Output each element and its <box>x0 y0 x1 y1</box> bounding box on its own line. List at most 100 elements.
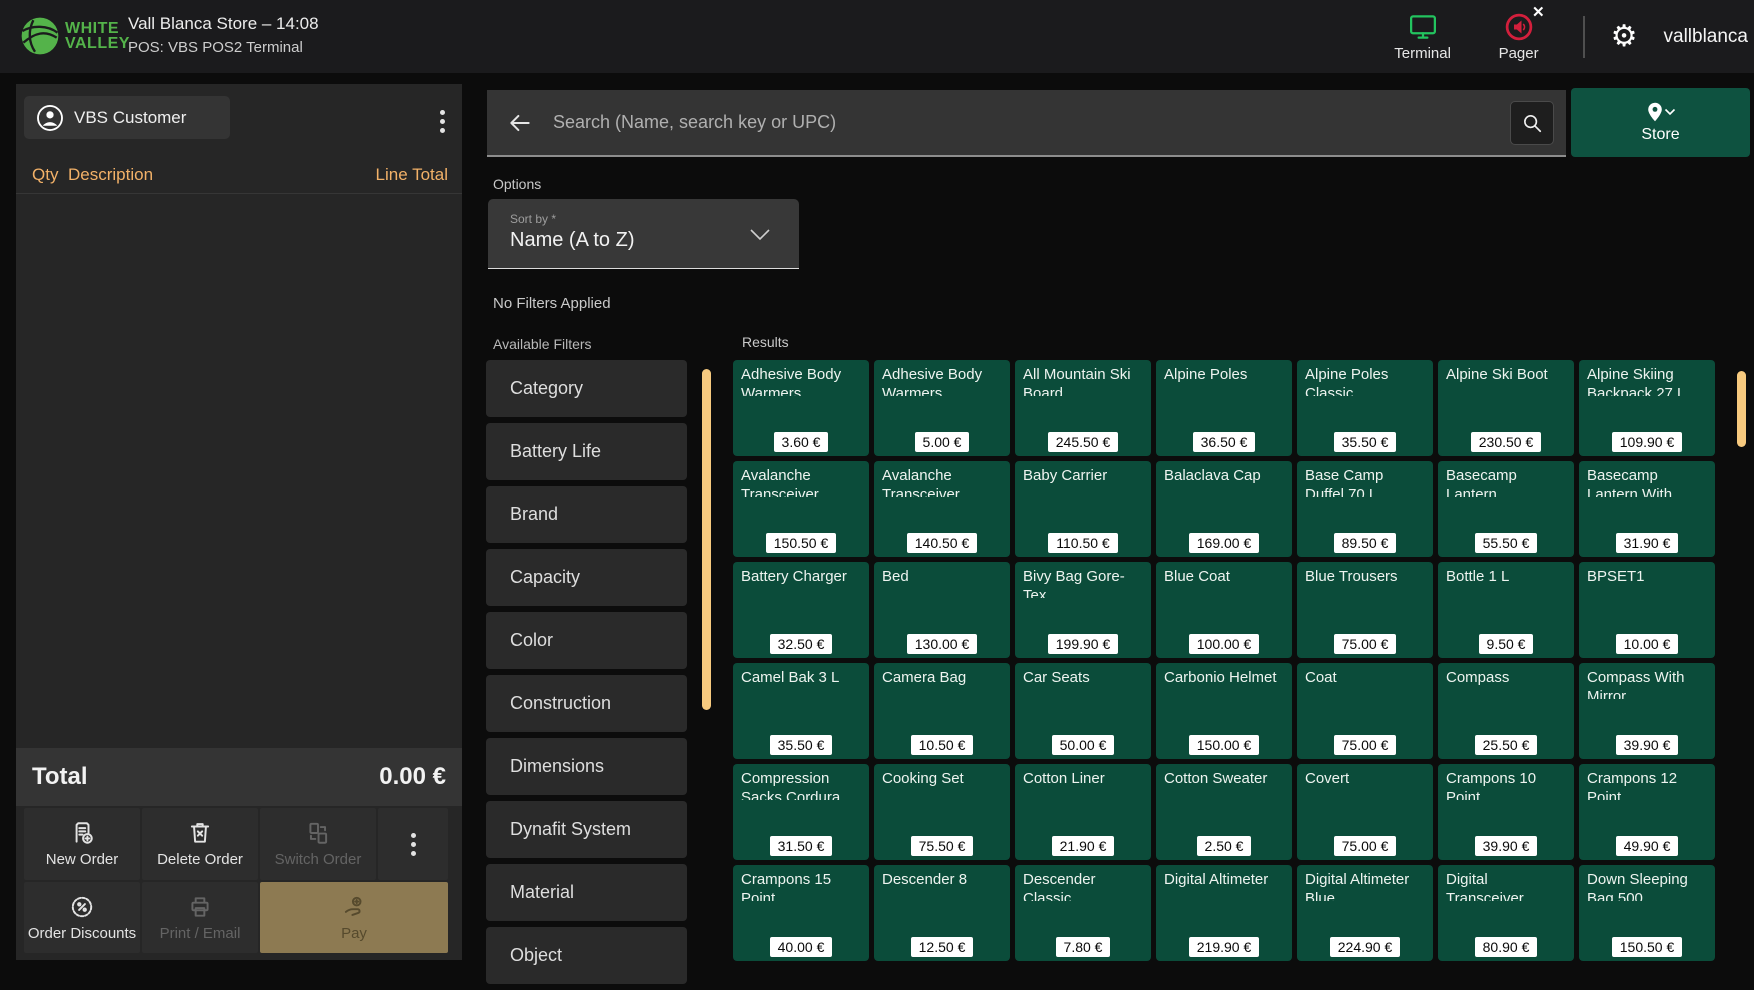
sort-by-label: Sort by * <box>510 212 783 226</box>
product-tile[interactable]: Crampons 10 Point 39.90 € <box>1438 764 1574 860</box>
product-tile[interactable]: Digital Altimeter 219.90 € <box>1156 865 1292 961</box>
new-order-button[interactable]: New Order <box>24 808 140 880</box>
product-tile[interactable]: Compass With Mirror 39.90 € <box>1579 663 1715 759</box>
product-tile[interactable]: Basecamp Lantern 55.50 € <box>1438 461 1574 557</box>
product-tile[interactable]: Blue Coat 100.00 € <box>1156 562 1292 658</box>
product-tile[interactable]: Base Camp Duffel 70 L 89.50 € <box>1297 461 1433 557</box>
product-tile[interactable]: Cooking Set 75.50 € <box>874 764 1010 860</box>
gear-icon[interactable]: ⚙ <box>1611 22 1638 52</box>
filter-item[interactable]: Battery Life <box>486 423 687 480</box>
product-tile[interactable]: Bottle 1 L 9.50 € <box>1438 562 1574 658</box>
product-name: Descender 8 <box>874 865 1010 901</box>
filter-item[interactable]: Construction <box>486 675 687 732</box>
search-input[interactable] <box>553 112 1510 133</box>
order-actions: New Order Delete Order Switch Order <box>24 808 448 955</box>
pay-button[interactable]: Pay <box>260 882 448 953</box>
product-tile[interactable]: All Mountain Ski Board 245.50 € <box>1015 360 1151 456</box>
product-price: 130.00 € <box>907 634 978 654</box>
product-tile[interactable]: Crampons 15 Point 40.00 € <box>733 865 869 961</box>
results-scrollbar[interactable] <box>1737 371 1746 447</box>
back-arrow-icon[interactable] <box>507 110 533 136</box>
order-discounts-button[interactable]: Order Discounts <box>24 882 140 953</box>
product-name: Camel Bak 3 L <box>733 663 869 699</box>
product-tile[interactable]: Blue Trousers 75.00 € <box>1297 562 1433 658</box>
customer-name: VBS Customer <box>74 108 186 128</box>
filters-scrollbar[interactable] <box>702 369 711 710</box>
product-price: 10.50 € <box>911 735 974 755</box>
product-name: Car Seats <box>1015 663 1151 699</box>
product-tile[interactable]: Compass 25.50 € <box>1438 663 1574 759</box>
filter-item[interactable]: Color <box>486 612 687 669</box>
filter-item[interactable]: Object <box>486 927 687 984</box>
product-tile[interactable]: Avalanche Transceiver 140.50 € <box>874 461 1010 557</box>
filter-item[interactable]: Capacity <box>486 549 687 606</box>
filter-item[interactable]: Category <box>486 360 687 417</box>
search-button[interactable] <box>1510 101 1554 145</box>
product-tile[interactable]: Digital Altimeter Blue 224.90 € <box>1297 865 1433 961</box>
product-tile[interactable]: Carbonio Helmet 150.00 € <box>1156 663 1292 759</box>
terminal-button[interactable]: Terminal <box>1375 12 1471 62</box>
cart-panel: VBS Customer Qty Description Line Total … <box>16 84 462 960</box>
filter-item[interactable]: Dynafit System <box>486 801 687 858</box>
store-button[interactable]: Store <box>1571 88 1750 157</box>
product-tile[interactable]: Battery Charger 32.50 € <box>733 562 869 658</box>
product-tile[interactable]: Basecamp Lantern With 31.90 € <box>1579 461 1715 557</box>
product-tile[interactable]: Cotton Sweater 2.50 € <box>1156 764 1292 860</box>
product-tile[interactable]: Alpine Poles 36.50 € <box>1156 360 1292 456</box>
product-tile[interactable]: Descender 8 12.50 € <box>874 865 1010 961</box>
product-tile[interactable]: Alpine Ski Boot 230.50 € <box>1438 360 1574 456</box>
product-price: 219.90 € <box>1189 937 1260 957</box>
more-actions-kebab-icon[interactable] <box>378 808 448 880</box>
product-tile[interactable]: Avalanche Transceiver 150.50 € <box>733 461 869 557</box>
product-name: Bivy Bag Gore-Tex <box>1015 562 1151 598</box>
product-price: 169.00 € <box>1189 533 1260 553</box>
customer-button[interactable]: VBS Customer <box>24 96 230 139</box>
product-tile[interactable]: Cotton Liner 21.90 € <box>1015 764 1151 860</box>
product-name: Cotton Sweater <box>1156 764 1292 800</box>
product-tile[interactable]: Baby Carrier 110.50 € <box>1015 461 1151 557</box>
filter-item[interactable]: Material <box>486 864 687 921</box>
filter-item[interactable]: Dimensions <box>486 738 687 795</box>
product-name: Descender Classic <box>1015 865 1151 901</box>
options-section-label: Options <box>493 176 541 192</box>
product-tile[interactable]: Camera Bag 10.50 € <box>874 663 1010 759</box>
sort-by-select[interactable]: Sort by * Name (A to Z) <box>488 199 799 269</box>
top-bar: WHITE VALLEY Vall Blanca Store – 14:08 P… <box>0 0 1754 73</box>
product-price: 40.00 € <box>770 937 833 957</box>
cart-kebab-menu-icon[interactable] <box>429 104 455 138</box>
delete-order-button[interactable]: Delete Order <box>142 808 258 880</box>
product-name: Basecamp Lantern With <box>1579 461 1715 497</box>
pager-button[interactable]: ✕ Pager <box>1471 12 1567 62</box>
product-tile[interactable]: Adhesive Body Warmers 3.60 € <box>733 360 869 456</box>
product-name: Cotton Liner <box>1015 764 1151 800</box>
product-tile[interactable]: Compression Sacks Cordura 31.50 € <box>733 764 869 860</box>
product-tile[interactable]: BPSET1 10.00 € <box>1579 562 1715 658</box>
product-price: 2.50 € <box>1197 836 1252 856</box>
product-tile[interactable]: Camel Bak 3 L 35.50 € <box>733 663 869 759</box>
pager-dismiss-icon[interactable]: ✕ <box>1532 3 1545 21</box>
product-price: 150.50 € <box>766 533 837 553</box>
product-tile[interactable]: Alpine Skiing Backpack 27 L 109.90 € <box>1579 360 1715 456</box>
product-price: 224.90 € <box>1330 937 1401 957</box>
product-tile[interactable]: Digital Transceiver 80.90 € <box>1438 865 1574 961</box>
product-tile[interactable]: Crampons 12 Point 49.90 € <box>1579 764 1715 860</box>
product-tile[interactable]: Bed 130.00 € <box>874 562 1010 658</box>
product-name: Alpine Skiing Backpack 27 L <box>1579 360 1715 396</box>
product-tile[interactable]: Descender Classic 7.80 € <box>1015 865 1151 961</box>
product-tile[interactable]: Covert 75.00 € <box>1297 764 1433 860</box>
filter-item[interactable]: Brand <box>486 486 687 543</box>
product-tile[interactable]: Adhesive Body Warmers 5.00 € <box>874 360 1010 456</box>
product-tile[interactable]: Down Sleeping Bag 500 150.50 € <box>1579 865 1715 961</box>
product-tile[interactable]: Bivy Bag Gore-Tex 199.90 € <box>1015 562 1151 658</box>
logo-text: WHITE VALLEY <box>65 21 130 51</box>
product-tile[interactable]: Car Seats 50.00 € <box>1015 663 1151 759</box>
product-tile[interactable]: Coat 75.00 € <box>1297 663 1433 759</box>
store-button-label: Store <box>1641 126 1679 144</box>
username-label: vallblanca <box>1664 26 1749 48</box>
switch-order-button: Switch Order <box>260 808 376 880</box>
product-name: Baby Carrier <box>1015 461 1151 497</box>
product-tile[interactable]: Alpine Poles Classic 35.50 € <box>1297 360 1433 456</box>
cart-columns-header: Qty Description Line Total <box>16 156 462 194</box>
search-icon <box>1521 112 1543 134</box>
product-tile[interactable]: Balaclava Cap 169.00 € <box>1156 461 1292 557</box>
